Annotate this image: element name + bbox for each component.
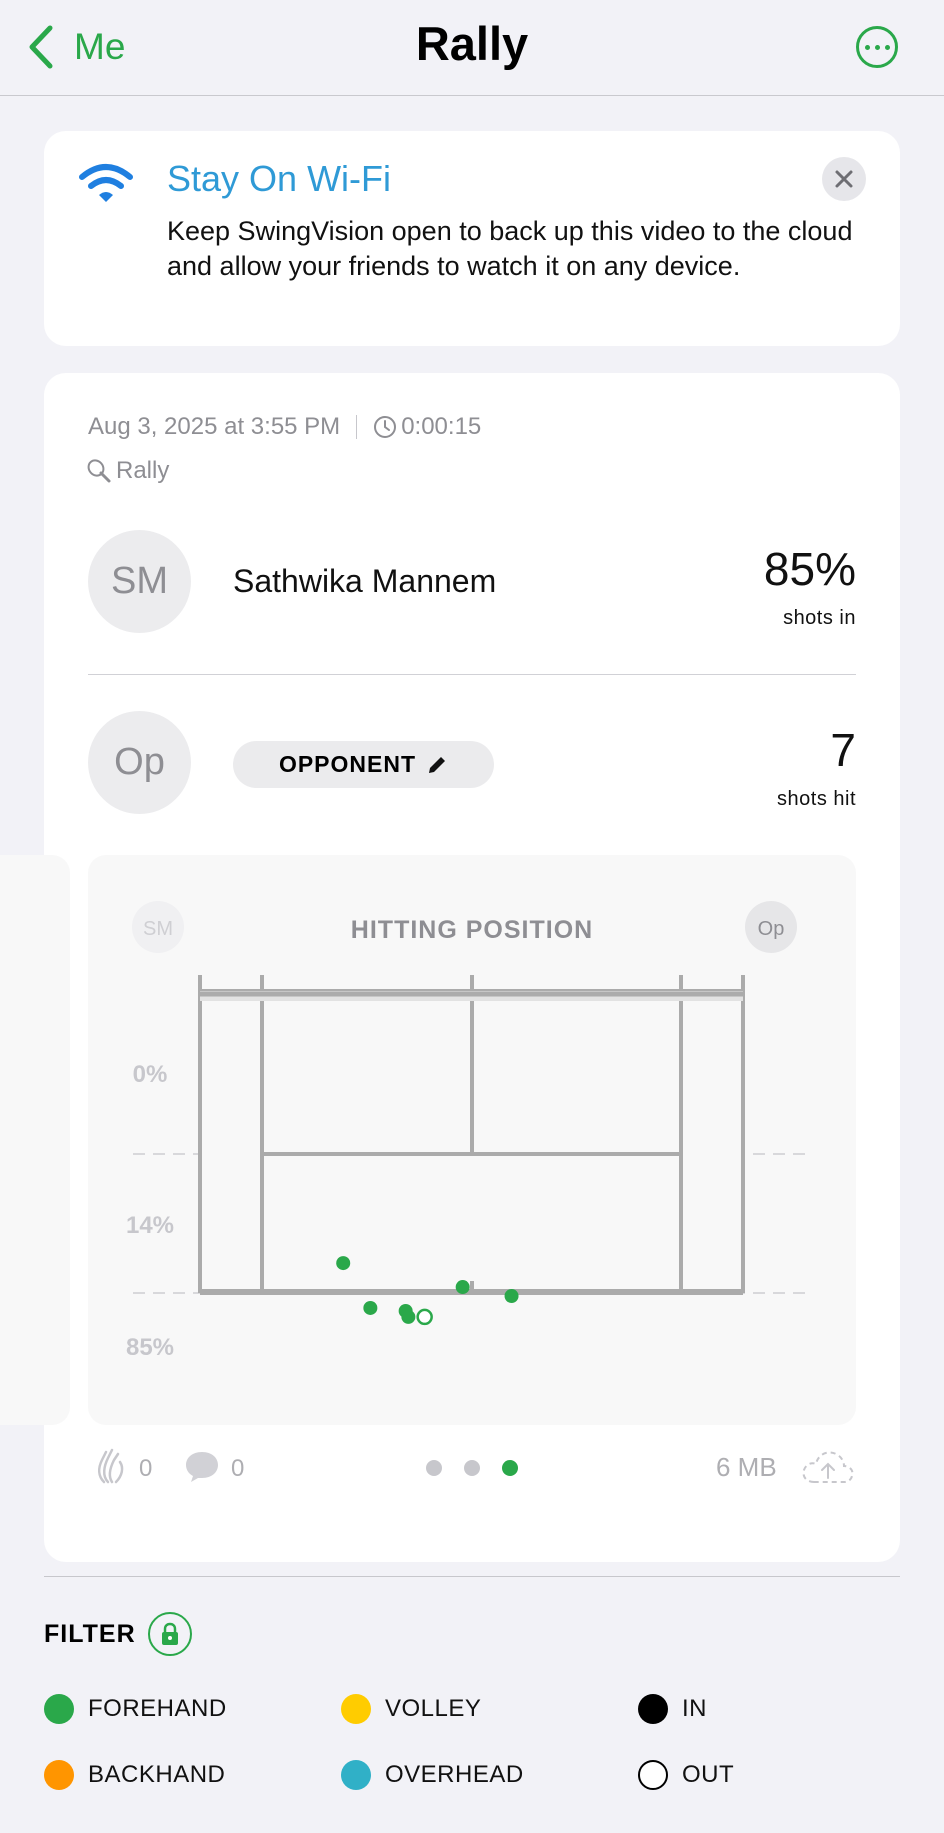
legend-swatch [341,1760,371,1790]
player-stat-value: 85% [763,543,856,595]
left-badge: SM [143,918,173,940]
shot-point [336,1256,351,1271]
zone-label: 0% [133,1061,168,1088]
legend-volley[interactable]: VOLLEY [341,1694,481,1724]
legend-forehand[interactable]: FOREHAND [44,1694,227,1724]
comment-icon[interactable] [184,1450,220,1484]
legend-swatch [44,1760,74,1790]
shot-point [504,1288,519,1303]
legend-backhand[interactable]: BACKHAND [44,1760,225,1790]
meta-divider [356,415,358,439]
close-icon [835,170,853,188]
file-size: 6 MB [716,1452,777,1482]
more-dot-icon [874,44,880,50]
shot-point [363,1300,378,1315]
shot-point [401,1309,416,1324]
tennis-racket-icon [87,459,111,483]
filter-lock-button[interactable] [148,1612,192,1656]
opponent-stat-label: shots hit [777,788,856,810]
cloud-upload-icon[interactable] [800,1446,856,1486]
like-count: 0 [139,1455,153,1482]
legend-in[interactable]: IN [638,1694,707,1724]
legend-swatch [44,1694,74,1724]
legend-label: OUT [682,1761,735,1788]
session-duration: 0:00:15 [401,413,482,440]
legend-overhead[interactable]: OVERHEAD [341,1760,524,1790]
clock-icon [374,416,397,438]
legend-label: OVERHEAD [385,1761,524,1788]
comment-count: 0 [231,1455,245,1482]
edit-opponent-button[interactable]: OPPONENT [233,741,494,788]
shot-point [455,1280,470,1295]
legend-label: IN [682,1695,707,1722]
right-badge: Op [758,918,785,940]
session-date: Aug 3, 2025 at 3:55 PM [88,413,341,440]
session-type-label: Rally [116,457,170,484]
pencil-icon [429,756,446,773]
wifi-icon [79,164,133,202]
row-divider [88,674,856,675]
opponent-avatar[interactable]: Op [88,711,191,814]
more-dot-icon [864,44,870,50]
lock-icon [162,1622,178,1645]
zone-label: 85% [126,1334,174,1361]
section-divider [44,1576,900,1577]
legend-swatch [341,1694,371,1724]
player-name: Sathwika Mannem [233,563,497,599]
page-dot[interactable] [426,1460,442,1476]
legend-swatch [638,1760,668,1790]
player-stat-label: shots in [783,607,856,629]
tennis-court [198,975,745,1295]
clap-icon[interactable] [96,1448,126,1486]
filter-title: FILTER [44,1620,136,1648]
more-options-button[interactable] [856,26,898,68]
legend-label: VOLLEY [385,1695,482,1722]
page-title: Rally [415,17,529,70]
shot-point [416,1308,433,1326]
legend-out[interactable]: OUT [638,1760,734,1790]
opponent-label: OPPONENT [278,751,417,777]
session-meta: Aug 3, 2025 at 3:55 PM 0:00:15 [88,413,481,441]
banner-title: Stay On Wi-Fi [167,158,392,199]
page-indicator [426,1460,518,1476]
chart-title: HITTING POSITION [351,916,593,944]
legend-label: BACKHAND [88,1761,226,1788]
zone-label: 14% [126,1212,174,1239]
legend-label: FOREHAND [88,1695,227,1722]
more-dot-icon [884,44,890,50]
previous-chart-panel[interactable] [0,855,70,1425]
hitting-position-svg: SM Op HITTING POSITION 0% 14% 85% [126,901,811,1361]
session-type: Rally [86,457,169,485]
opponent-stat-value: 7 [830,724,856,776]
legend-swatch [638,1694,668,1724]
page-dot[interactable] [464,1460,480,1476]
close-banner-button[interactable] [822,157,866,201]
player-avatar[interactable]: SM [88,530,191,633]
page-dot-active[interactable] [502,1460,518,1476]
banner-body: Keep SwingVision open to back up this vi… [167,216,853,281]
